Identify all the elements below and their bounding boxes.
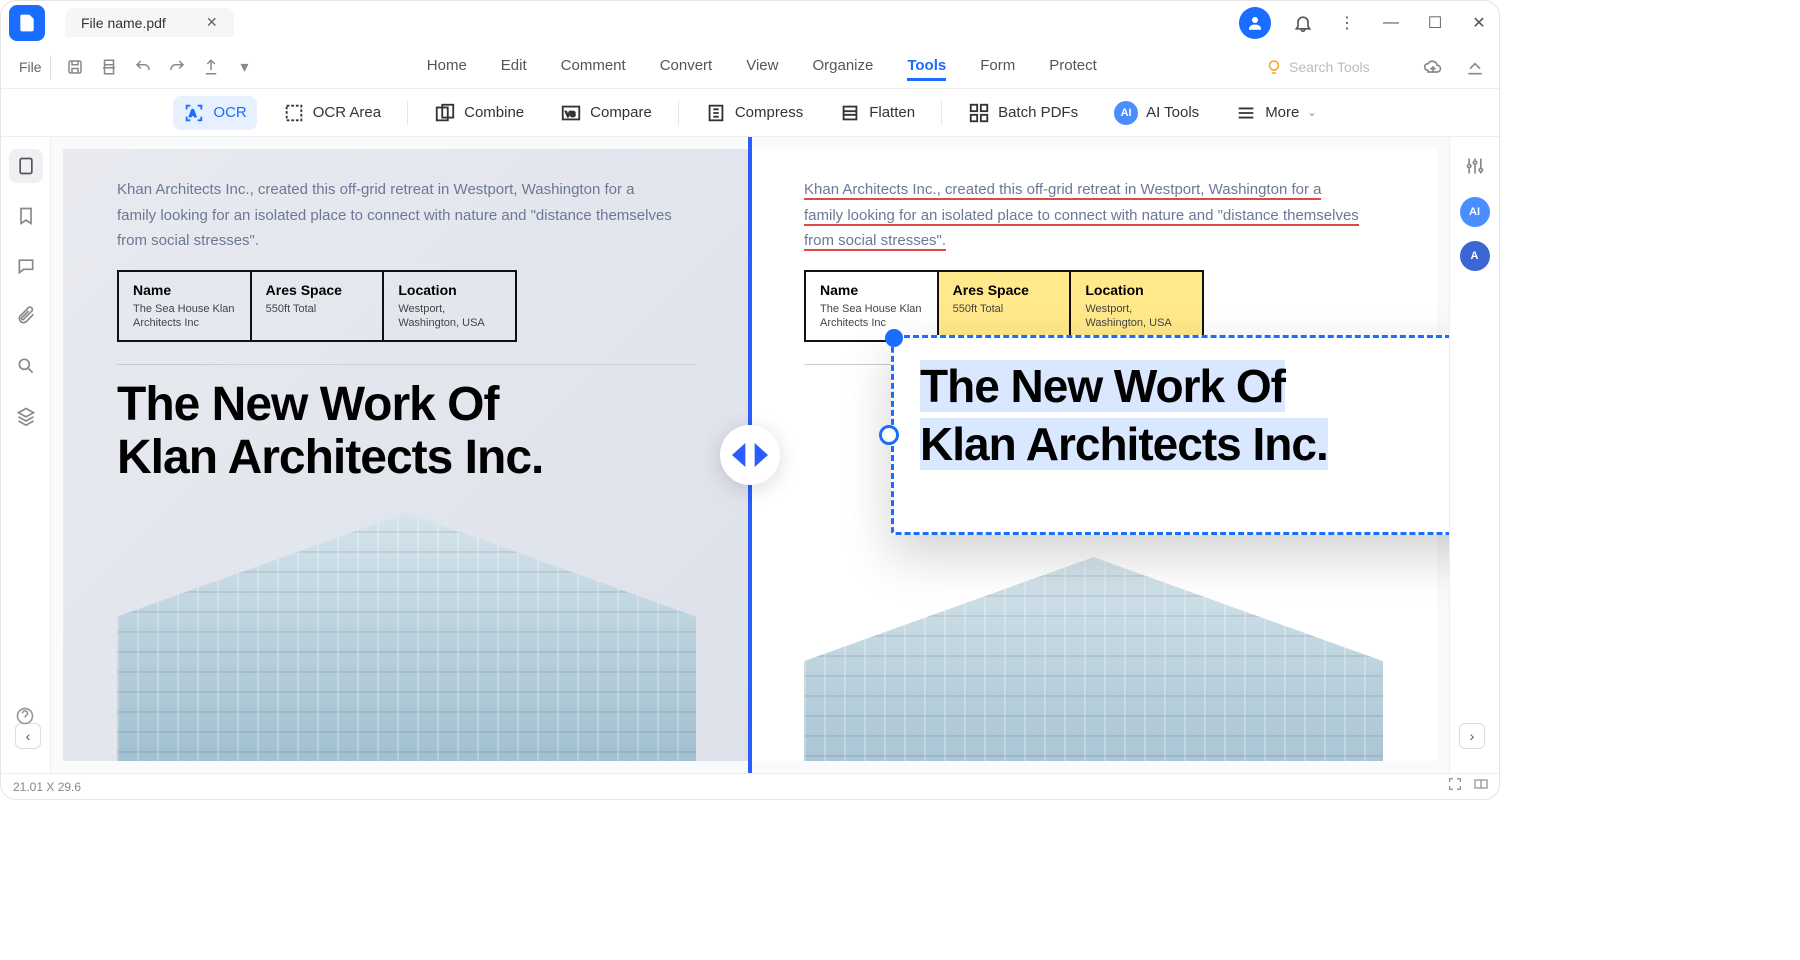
search-icon[interactable] [9, 349, 43, 383]
ai-badge-icon: AI [1114, 101, 1138, 125]
intro-text-left: Khan Architects Inc., created this off-g… [117, 177, 677, 254]
ocr-icon: A [183, 102, 205, 124]
tab-filename: File name.pdf [81, 15, 166, 31]
tab-protect[interactable]: Protect [1049, 53, 1097, 81]
ocr-area-button[interactable]: OCR Area [273, 96, 391, 130]
ai-panel-icon[interactable]: AI [1460, 197, 1490, 227]
undo-icon[interactable] [129, 53, 157, 81]
tab-comment[interactable]: Comment [561, 53, 626, 81]
minimize-icon[interactable]: — [1379, 11, 1403, 35]
intro-text-right: Khan Architects Inc., created this off-g… [804, 177, 1364, 254]
fit-icon[interactable] [1473, 776, 1489, 795]
cloud-icon[interactable] [1419, 53, 1447, 81]
combine-icon [434, 102, 456, 124]
search-tools[interactable] [1265, 58, 1389, 76]
tab-edit[interactable]: Edit [501, 53, 527, 81]
thumbnails-icon[interactable] [9, 149, 43, 183]
tab-tools[interactable]: Tools [907, 53, 946, 81]
svg-text:VS: VS [566, 109, 576, 118]
info-table-right: NameThe Sea House Klan Architects Inc Ar… [804, 270, 1204, 343]
tab-view[interactable]: View [746, 53, 778, 81]
compare-button[interactable]: VS Compare [550, 96, 662, 130]
bell-icon[interactable] [1291, 11, 1315, 35]
text-selection-box[interactable]: The New Work OfKlan Architects Inc. [891, 335, 1449, 535]
more-icon [1235, 102, 1257, 124]
search-input[interactable] [1289, 59, 1389, 75]
combine-button[interactable]: Combine [424, 96, 534, 130]
page-next-button[interactable]: › [1459, 723, 1485, 749]
bookmarks-icon[interactable] [9, 199, 43, 233]
user-avatar[interactable] [1239, 7, 1271, 39]
tab-convert[interactable]: Convert [660, 53, 713, 81]
fullscreen-icon[interactable] [1447, 776, 1463, 795]
workspace: Khan Architects Inc., created this off-g… [1, 137, 1499, 773]
ocr-button[interactable]: A OCR [173, 96, 256, 130]
attachments-icon[interactable] [9, 299, 43, 333]
tools-toolbar: A OCR OCR Area Combine VS Compare Compre… [1, 89, 1499, 137]
batch-icon [968, 102, 990, 124]
compare-icon: VS [560, 102, 582, 124]
batch-button[interactable]: Batch PDFs [958, 96, 1088, 130]
tab-form[interactable]: Form [980, 53, 1015, 81]
document-tab[interactable]: File name.pdf ✕ [65, 8, 234, 37]
tab-home[interactable]: Home [427, 53, 467, 81]
compare-handle[interactable] [720, 425, 780, 485]
menubar: File ▾ Home Edit Comment Convert View Or… [1, 45, 1499, 89]
selection-handle-tl[interactable] [885, 329, 903, 347]
info-table-left: NameThe Sea House Klan Architects Inc Ar… [117, 270, 517, 343]
main-tabs: Home Edit Comment Convert View Organize … [427, 53, 1097, 81]
building-image-right [804, 557, 1383, 761]
selection-handle-ml[interactable] [879, 425, 899, 445]
right-sidebar: AI A [1449, 137, 1499, 773]
more-button[interactable]: More ⌄ [1225, 96, 1326, 130]
lightbulb-icon [1265, 58, 1283, 76]
page-original: Khan Architects Inc., created this off-g… [63, 149, 750, 761]
close-tab-icon[interactable]: ✕ [206, 14, 218, 31]
print-icon[interactable] [95, 53, 123, 81]
compress-button[interactable]: Compress [695, 96, 813, 130]
tab-organize[interactable]: Organize [812, 53, 873, 81]
compress-icon [705, 102, 727, 124]
app-logo [9, 5, 45, 41]
kebab-menu-icon[interactable]: ⋮ [1335, 11, 1359, 35]
document-compare-view: Khan Architects Inc., created this off-g… [51, 137, 1449, 773]
ocr-area-icon [283, 102, 305, 124]
flatten-button[interactable]: Flatten [829, 96, 925, 130]
comments-icon[interactable] [9, 249, 43, 283]
translate-panel-icon[interactable]: A [1460, 241, 1490, 271]
save-icon[interactable] [61, 53, 89, 81]
flatten-icon [839, 102, 861, 124]
redo-icon[interactable] [163, 53, 191, 81]
settings-sliders-icon[interactable] [1458, 149, 1492, 183]
left-sidebar [1, 137, 51, 773]
collapse-icon[interactable] [1461, 53, 1489, 81]
building-image-left [117, 513, 696, 761]
titlebar: File name.pdf ✕ ⋮ — ☐ ✕ [1, 1, 1499, 45]
help-icon[interactable] [15, 706, 35, 731]
dropdown-icon[interactable]: ▾ [231, 53, 259, 81]
file-menu[interactable]: File [11, 55, 51, 79]
page-title-left: The New Work OfKlan Architects Inc. [117, 379, 696, 485]
chevron-down-icon: ⌄ [1307, 106, 1316, 119]
ai-tools-button[interactable]: AI AI Tools [1104, 95, 1209, 131]
statusbar: 21.01 X 29.6 [1, 773, 1499, 799]
share-icon[interactable] [197, 53, 225, 81]
close-window-icon[interactable]: ✕ [1467, 11, 1491, 35]
maximize-icon[interactable]: ☐ [1423, 11, 1447, 35]
selected-text[interactable]: The New Work OfKlan Architects Inc. [920, 358, 1449, 473]
page-dimensions: 21.01 X 29.6 [13, 780, 81, 794]
layers-icon[interactable] [9, 399, 43, 433]
svg-text:A: A [190, 108, 197, 118]
